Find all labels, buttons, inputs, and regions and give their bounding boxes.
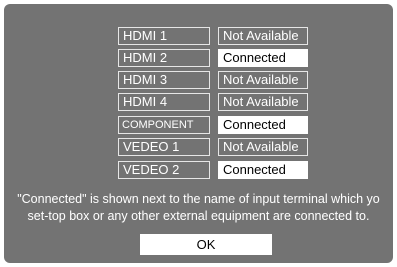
input-status-video-2: Connected [218,161,308,179]
input-status-hdmi-2: Connected [218,49,308,67]
input-name-component: COMPONENT [118,116,210,134]
input-status-component: Connected [218,116,308,134]
input-status-hdmi-1: Not Available [218,27,308,45]
input-name-hdmi-3: HDMI 3 [118,71,210,89]
help-text-line-2: set-top box or any other external equipm… [27,209,370,223]
input-name-video-1: VEDEO 1 [118,138,210,156]
input-name-hdmi-1: HDMI 1 [118,27,210,45]
connection-help-text: "Connected" is shown next to the name of… [4,191,393,225]
input-status-video-1: Not Available [218,138,308,156]
input-name-hdmi-2: HDMI 2 [118,49,210,67]
ok-button[interactable]: OK [140,234,272,255]
input-status-dialog: HDMI 1 Not Available HDMI 2 Connected HD… [4,4,393,263]
input-name-video-2: VEDEO 2 [118,161,210,179]
help-text-line-1: "Connected" is shown next to the name of… [17,192,380,206]
input-name-hdmi-4: HDMI 4 [118,93,210,111]
input-status-hdmi-4: Not Available [218,93,308,111]
input-status-hdmi-3: Not Available [218,71,308,89]
